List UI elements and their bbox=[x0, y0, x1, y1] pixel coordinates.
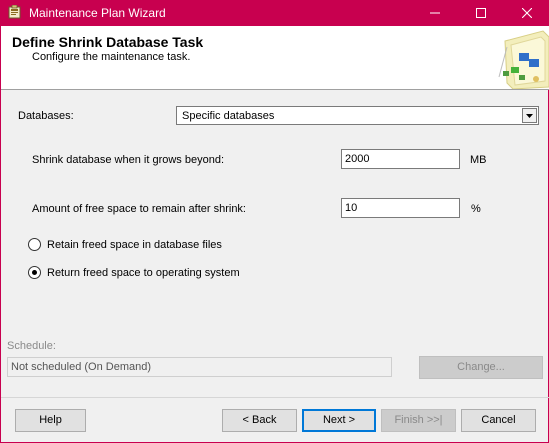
shrink-unit-label: MB bbox=[470, 154, 487, 166]
shrink-threshold-input[interactable]: 2000 bbox=[341, 149, 460, 169]
shrink-threshold-value: 2000 bbox=[345, 153, 370, 165]
free-space-unit-label: % bbox=[471, 203, 481, 215]
maximize-icon bbox=[476, 8, 486, 18]
dropdown-arrow-button[interactable] bbox=[522, 108, 537, 123]
minimize-icon bbox=[430, 12, 440, 14]
app-icon bbox=[8, 4, 22, 19]
wizard-header: Define Shrink Database Task Configure th… bbox=[1, 26, 549, 90]
maximize-button[interactable] bbox=[458, 0, 504, 26]
window-title: Maintenance Plan Wizard bbox=[29, 6, 166, 20]
page-subtitle: Configure the maintenance task. bbox=[32, 51, 191, 63]
cancel-button[interactable]: Cancel bbox=[461, 409, 536, 432]
free-space-label: Amount of free space to remain after shr… bbox=[32, 203, 246, 215]
page-title: Define Shrink Database Task bbox=[12, 34, 204, 50]
back-button[interactable]: < Back bbox=[222, 409, 297, 432]
retain-space-label[interactable]: Retain freed space in database files bbox=[47, 239, 222, 251]
footer-divider bbox=[1, 397, 549, 398]
shrink-threshold-label: Shrink database when it grows beyond: bbox=[32, 154, 225, 166]
minimize-button[interactable] bbox=[412, 0, 458, 26]
schedule-field: Not scheduled (On Demand) bbox=[7, 357, 392, 377]
change-schedule-button[interactable]: Change... bbox=[419, 356, 543, 379]
free-space-value: 10 bbox=[345, 202, 358, 214]
schedule-label: Schedule: bbox=[7, 340, 56, 352]
help-button[interactable]: Help bbox=[15, 409, 86, 432]
wizard-window: Maintenance Plan Wizard Define Shrink Da… bbox=[0, 0, 549, 443]
title-bar[interactable]: Maintenance Plan Wizard bbox=[1, 0, 549, 26]
return-space-radio[interactable] bbox=[28, 266, 41, 279]
next-button[interactable]: Next > bbox=[302, 409, 376, 432]
schedule-value: Not scheduled (On Demand) bbox=[11, 361, 152, 373]
close-icon bbox=[522, 8, 532, 18]
databases-selected-value: Specific databases bbox=[182, 110, 275, 122]
retain-space-radio[interactable] bbox=[28, 238, 41, 251]
finish-button[interactable]: Finish >>| bbox=[381, 409, 456, 432]
databases-label: Databases: bbox=[18, 110, 74, 122]
databases-dropdown[interactable]: Specific databases bbox=[176, 106, 539, 125]
chevron-down-icon bbox=[526, 113, 533, 118]
free-space-input[interactable]: 10 bbox=[341, 198, 460, 218]
radio-selected-dot bbox=[32, 270, 37, 275]
return-space-label[interactable]: Return freed space to operating system bbox=[47, 267, 240, 279]
wizard-graphic-icon bbox=[491, 27, 549, 90]
close-button[interactable] bbox=[504, 0, 549, 26]
